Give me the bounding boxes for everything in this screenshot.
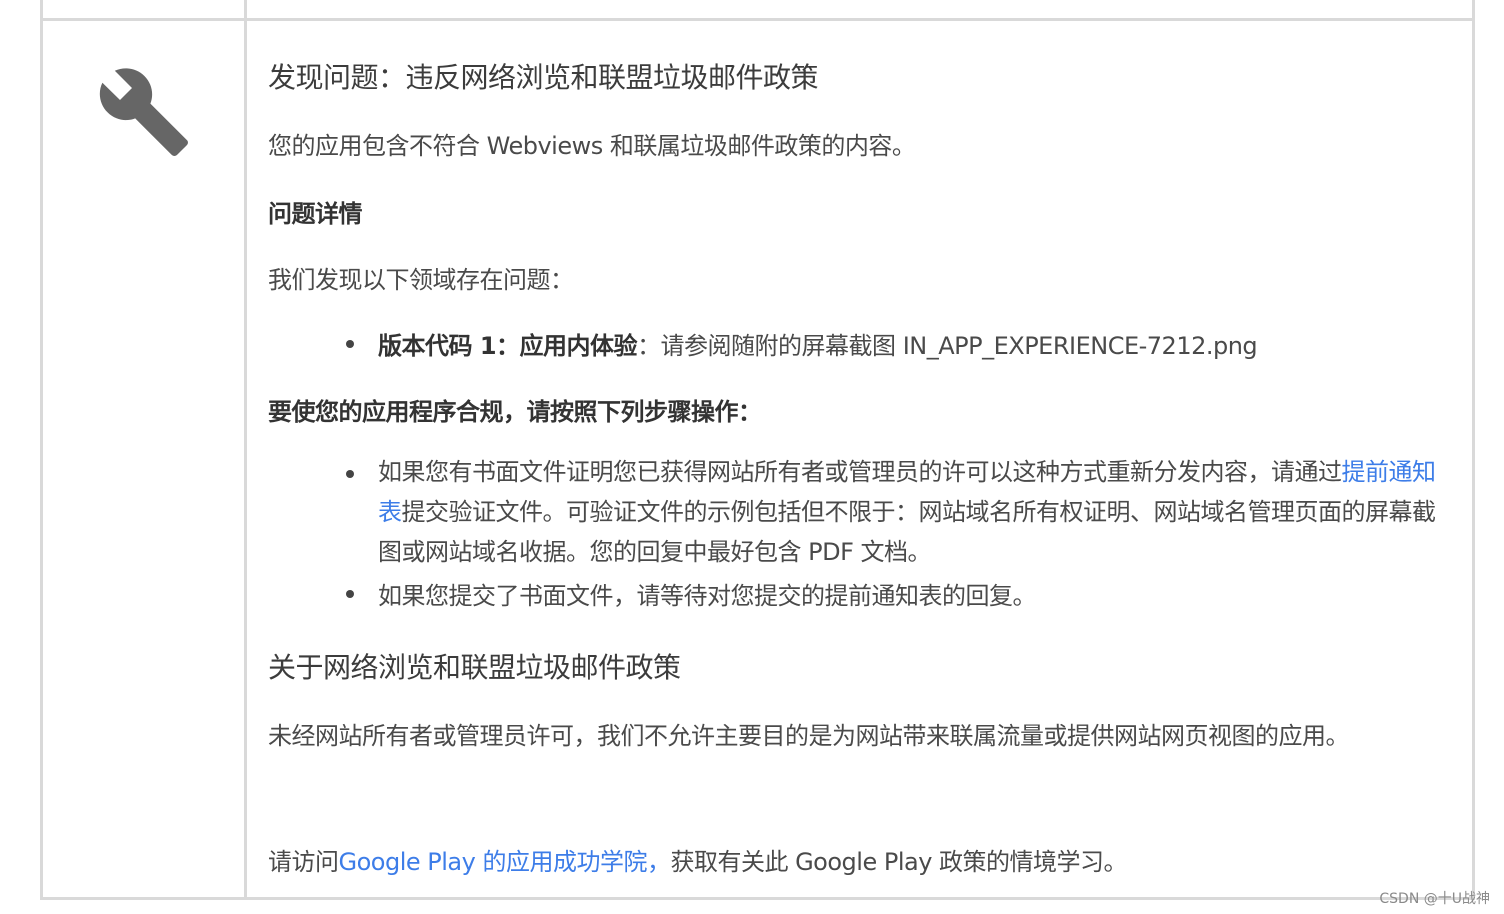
policy-text: 未经网站所有者或管理员许可，我们不允许主要目的是为网站带来联属流量或提供网站网页…: [268, 722, 1350, 750]
table-border-top: [40, 18, 1475, 21]
policy-heading: 关于网络浏览和联盟垃圾邮件政策: [268, 651, 681, 684]
academy-link[interactable]: Google Play 的应用成功学院，: [339, 848, 671, 876]
bullet: [346, 340, 354, 348]
details-intro: 我们发现以下领域存在问题：: [268, 266, 574, 294]
step-item-1: 如果您有书面文件证明您已获得网站所有者或管理员的许可以这种方式重新分发内容，请通…: [378, 452, 1448, 572]
details-item-label: 版本代码 1：应用内体验: [378, 332, 638, 360]
details-heading: 问题详情: [268, 200, 363, 228]
wrench-icon: [96, 64, 192, 160]
academy-pre: 请访问: [268, 848, 339, 876]
table-border-middle: [244, 0, 247, 900]
step-1-post: 提交验证文件。可验证文件的示例包括但不限于：网站域名所有权证明、网站域名管理页面…: [378, 498, 1436, 566]
step-item-2: 如果您提交了书面文件，请等待对您提交的提前通知表的回复。: [378, 582, 1037, 610]
table-border-right: [1472, 0, 1475, 900]
table-border-bottom: [40, 897, 1475, 900]
bullet: [346, 590, 354, 598]
table-border-left: [40, 0, 43, 900]
steps-heading: 要使您的应用程序合规，请按照下列步骤操作：: [268, 398, 762, 426]
details-item-text: ：请参阅随附的屏幕截图 IN_APP_EXPERIENCE-7212.png: [637, 332, 1258, 360]
academy-post: 获取有关此 Google Play 政策的情境学习。: [670, 848, 1128, 876]
academy-line: 请访问Google Play 的应用成功学院，获取有关此 Google Play…: [268, 842, 1128, 877]
details-item: 版本代码 1：应用内体验：请参阅随附的屏幕截图 IN_APP_EXPERIENC…: [378, 326, 1258, 361]
issue-title: 发现问题：违反网络浏览和联盟垃圾邮件政策: [268, 61, 819, 94]
issue-summary: 您的应用包含不符合 Webviews 和联属垃圾邮件政策的内容。: [268, 132, 916, 160]
watermark: CSDN @十U战神: [1379, 891, 1490, 907]
step-1-pre: 如果您有书面文件证明您已获得网站所有者或管理员的许可以这种方式重新分发内容，请通…: [378, 458, 1342, 486]
bullet: [346, 470, 354, 478]
